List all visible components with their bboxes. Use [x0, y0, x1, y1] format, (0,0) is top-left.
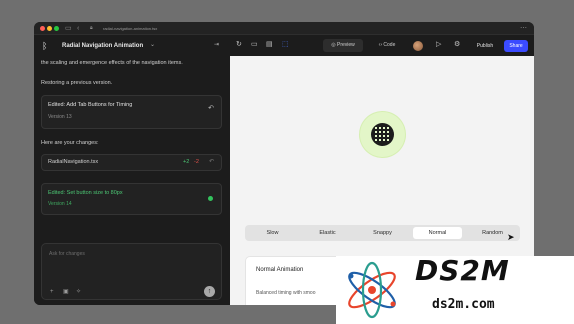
minimize-window-button[interactable] — [47, 26, 52, 31]
app-logo-icon[interactable]: ᛒ — [42, 41, 47, 51]
browser-titlebar: ▭ ‹ 🔒︎ radial-navigation-animation.tsx ⋯ — [34, 22, 534, 35]
speed-tab-normal[interactable]: Normal — [413, 227, 462, 239]
user-avatar[interactable] — [413, 41, 423, 51]
speed-tab-slow[interactable]: Slow — [248, 227, 297, 239]
info-card-title: Normal Animation — [256, 267, 304, 273]
changed-file-name: RadialNavigation.tsx — [48, 159, 99, 165]
restore-undo-icon[interactable]: ↶ — [208, 105, 214, 113]
publish-button[interactable]: Publish — [473, 40, 497, 52]
assistant-message-changes: Here are your changes: — [41, 140, 99, 146]
close-window-button[interactable] — [40, 26, 45, 31]
preview-tab[interactable]: ◎ Preview — [323, 39, 363, 52]
version-card-number: Version 14 — [48, 201, 72, 207]
file-revert-icon[interactable]: ↶ — [209, 158, 214, 166]
watermark-brand: DS2M — [415, 254, 510, 287]
more-dots-icon[interactable]: ⋯ — [520, 23, 528, 34]
tablet-view-icon[interactable]: ▤ — [266, 40, 273, 50]
select-element-icon[interactable]: ⬚ — [282, 40, 289, 50]
current-version-status-icon — [208, 196, 213, 201]
magic-wand-icon[interactable]: ✧ — [76, 288, 81, 296]
gear-icon[interactable]: ⚙ — [454, 40, 460, 50]
dot-grid-icon — [371, 123, 394, 146]
maximize-window-button[interactable] — [54, 26, 59, 31]
chat-input[interactable]: Ask for changes — [49, 251, 85, 258]
address-bar[interactable]: radial-navigation-animation.tsx — [103, 25, 157, 32]
radial-nav-trigger-button[interactable] — [360, 112, 405, 157]
sidebar-toggle-icon[interactable]: ▭ — [65, 23, 72, 34]
code-tab[interactable]: ‹› Code — [367, 39, 407, 52]
assistant-message-restoring: Restoring a previous version. — [41, 80, 113, 86]
diff-deletions: -2 — [194, 159, 199, 165]
play-icon[interactable]: ▷ — [436, 40, 441, 50]
speed-tab-elastic[interactable]: Elastic — [303, 227, 352, 239]
view-mode-toggle: ◎ Preview ‹› Code — [323, 39, 408, 52]
chat-panel-header: ᛒ Radial Navigation Animation ⌄ ⇥ — [34, 36, 229, 56]
chat-panel: ᛒ Radial Navigation Animation ⌄ ⇥ the sc… — [34, 36, 229, 305]
watermark-domain: ds2m.com — [432, 297, 495, 312]
version-card-title: Edited: Add Tab Buttons for Timing — [48, 102, 133, 108]
share-button[interactable]: Share — [504, 40, 528, 52]
version-card-title: Edited: Set button size to 80px — [48, 190, 123, 196]
chevron-down-icon[interactable]: ⌄ — [150, 41, 155, 50]
info-card-description: Balanced timing with smoo — [256, 290, 316, 296]
speed-tab-snappy[interactable]: Snappy — [358, 227, 407, 239]
animation-speed-tabs: Slow Elastic Snappy Normal Random — [245, 225, 520, 241]
chat-input-box[interactable]: Ask for changes + ▣ ✧ ↑ — [41, 243, 222, 300]
project-title[interactable]: Radial Navigation Animation — [62, 42, 143, 50]
diff-additions: +2 — [183, 159, 190, 165]
desktop-view-icon[interactable]: ▭ — [251, 40, 258, 50]
current-version-card[interactable]: Edited: Set button size to 80px Version … — [41, 183, 222, 215]
assistant-message-intro: the scaling and emergence effects of the… — [41, 60, 183, 66]
atom-logo-icon — [348, 261, 396, 319]
plus-icon[interactable]: + — [50, 288, 54, 296]
version-card-number: Version 13 — [48, 114, 72, 120]
watermark: DS2M ds2m.com — [336, 254, 574, 324]
changed-file-row[interactable]: RadialNavigation.tsx +2 -2 ↶ — [41, 154, 222, 171]
attach-image-icon[interactable]: ▣ — [63, 288, 69, 296]
back-arrow-icon[interactable]: ‹ — [77, 23, 79, 34]
editor-toolbar: ↻ ▭ ▤ ⬚ ◎ Preview ‹› Code ▷ ⚙ Publish Sh… — [230, 36, 534, 56]
refresh-icon[interactable]: ↻ — [236, 40, 242, 50]
send-arrow-icon[interactable]: ↑ — [204, 286, 215, 297]
lock-icon: 🔒︎ — [90, 25, 93, 31]
preview-tab-label: Preview — [336, 42, 355, 48]
collapse-panel-icon[interactable]: ⇥ — [214, 41, 219, 50]
mouse-cursor-icon: ➤ — [507, 232, 515, 242]
restored-version-card[interactable]: Edited: Add Tab Buttons for Timing Versi… — [41, 95, 222, 129]
code-tab-label: Code — [383, 42, 396, 48]
